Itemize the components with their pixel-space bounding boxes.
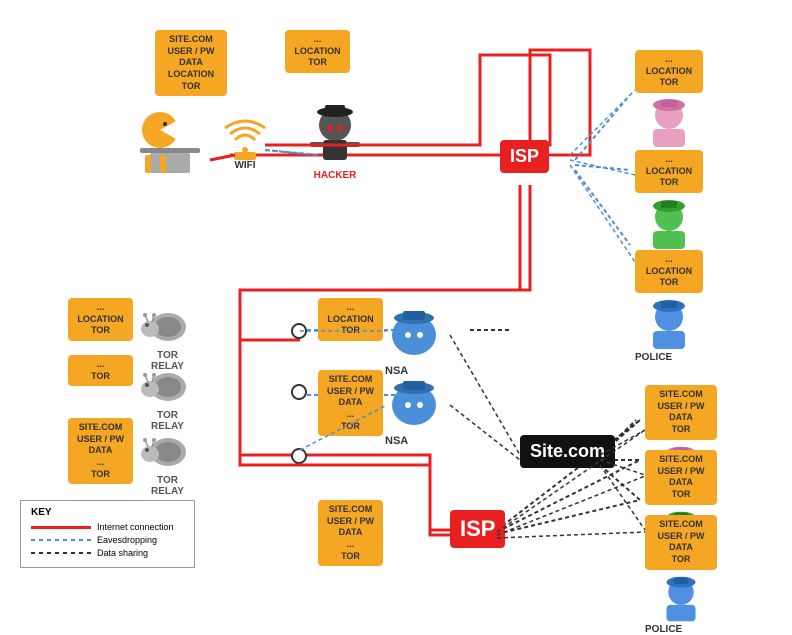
user-character: [130, 100, 210, 185]
main-diagram: SITE.COM USER / PW DATA LOCATION TOR: [0, 0, 792, 612]
isp2-container: ISP: [450, 510, 505, 548]
relay1-info: ... LOCATION TOR: [68, 298, 133, 341]
nsa2-info: SITE.COM USER / PW DATA ... TOR: [318, 370, 383, 436]
key-internet-line: [31, 526, 91, 529]
key-datashare-line: [31, 552, 91, 554]
user-info-box: SITE.COM USER / PW DATA LOCATION TOR: [155, 30, 227, 96]
sitecom-label: Site.com: [520, 435, 615, 468]
police2-info: SITE.COM USER / PW DATA TOR: [645, 515, 717, 570]
hacker-character: HACKER: [305, 100, 365, 186]
lawyer1-group: ... LOCATION TOR LAWYER: [635, 50, 703, 152]
key-eavesdrop-line: [31, 539, 91, 541]
relay3-node: [291, 448, 307, 464]
relay1-character: TOR RELAY: [140, 305, 195, 350]
sitecom-container: Site.com: [520, 435, 615, 468]
police2-label: POLICE: [645, 624, 682, 635]
police1-group: ... LOCATION TOR POLICE: [635, 250, 703, 352]
key-eavesdrop-label: Eavesdropping: [97, 535, 157, 545]
lawyer2-info: SITE.COM USER / PW DATA TOR: [645, 385, 717, 440]
relay3-info: SITE.COM USER / PW DATA ... TOR: [68, 418, 133, 484]
relay1-node: [291, 323, 307, 339]
isp2-info: SITE.COM USER / PW DATA ... TOR: [318, 500, 383, 566]
relay2-node: [291, 384, 307, 400]
key-internet-label: Internet connection: [97, 522, 174, 532]
relay2-info: ... TOR: [68, 355, 133, 386]
relay2-character: TOR RELAY: [140, 365, 195, 410]
nsa2-character: NSA: [385, 375, 443, 435]
hacker-label: HACKER: [305, 170, 365, 181]
location-tor-box: ... LOCATION TOR: [285, 30, 350, 73]
relay3-label: TOR RELAY: [140, 475, 195, 497]
isp1-container: ISP: [500, 140, 549, 173]
police1-info: ... LOCATION TOR: [635, 250, 703, 293]
nsa1-character: NSA: [385, 305, 443, 365]
lawyer1-info: ... LOCATION TOR: [635, 50, 703, 93]
relay3-character: TOR RELAY: [140, 430, 195, 475]
key-datashare: Data sharing: [31, 548, 184, 558]
key-title: KEY: [31, 507, 184, 518]
police1-label: POLICE: [635, 352, 672, 363]
sysadmin1-group: ... LOCATION TOR SYSADMIN: [635, 150, 703, 252]
nsa2-label: NSA: [385, 435, 408, 447]
wifi-label: WIFI: [220, 160, 270, 171]
sysadmin1-info: ... LOCATION TOR: [635, 150, 703, 193]
nsa1-info: ... LOCATION TOR: [318, 298, 383, 341]
police2-group: SITE.COM USER / PW DATA TOR POLICE: [645, 515, 717, 624]
wifi-icon: WIFI: [220, 110, 270, 176]
sysadmin2-info: SITE.COM USER / PW DATA TOR: [645, 450, 717, 505]
key-box: KEY Internet connection Eavesdropping Da…: [20, 500, 195, 568]
key-internet: Internet connection: [31, 522, 184, 532]
isp2-label: ISP: [450, 510, 505, 548]
key-datashare-label: Data sharing: [97, 548, 148, 558]
key-eavesdrop: Eavesdropping: [31, 535, 184, 545]
isp1-label: ISP: [500, 140, 549, 173]
relay2-label: TOR RELAY: [140, 410, 195, 432]
